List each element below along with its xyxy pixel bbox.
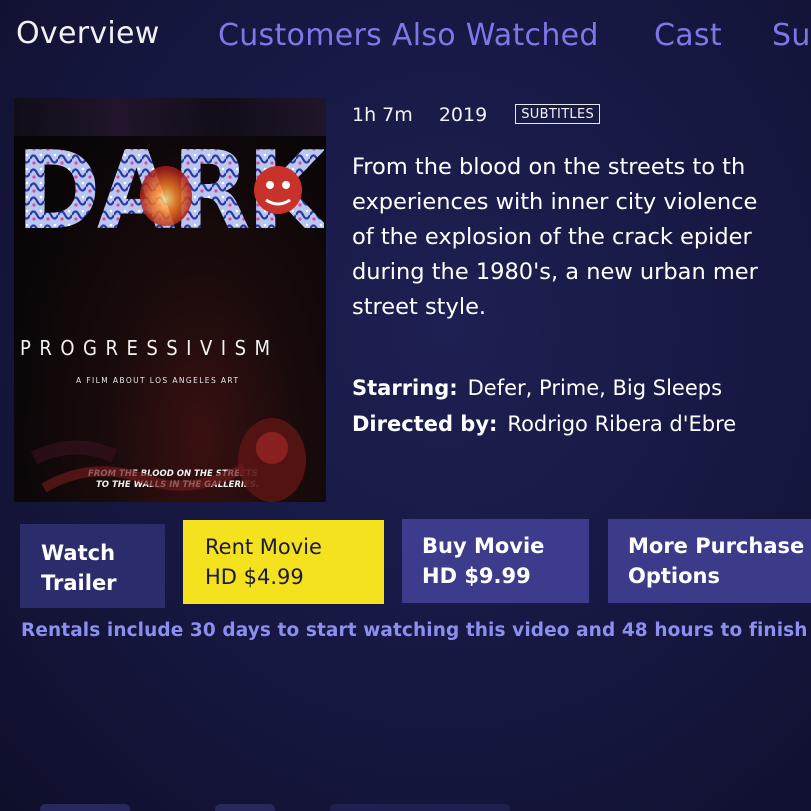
release-year: 2019 bbox=[438, 104, 488, 126]
synopsis-line: From the blood on the streets to th bbox=[352, 154, 746, 180]
tab-subtitles-truncated[interactable]: Su bbox=[772, 18, 811, 53]
more-purchase-label-line2: Options bbox=[628, 564, 720, 588]
movie-meta: 1h 7m 2019 SUBTITLES bbox=[352, 104, 601, 126]
rent-movie-label: Rent Movie bbox=[205, 535, 322, 559]
more-purchase-options-button[interactable]: More Purchase Options bbox=[608, 519, 811, 603]
bottom-row-item[interactable] bbox=[330, 804, 510, 811]
subtitles-badge: SUBTITLES bbox=[515, 104, 601, 124]
rental-terms-note: Rentals include 30 days to start watchin… bbox=[21, 620, 808, 641]
poster-caption: A FILM ABOUT LOS ANGELES ART bbox=[76, 376, 240, 385]
director-row: Directed by: Rodrigo Ribera d'Ebre bbox=[352, 406, 736, 442]
watch-trailer-button[interactable]: Watch Trailer bbox=[20, 524, 165, 608]
tab-overview[interactable]: Overview bbox=[16, 16, 160, 51]
buy-movie-button[interactable]: Buy Movie HD $9.99 bbox=[402, 519, 589, 603]
synopsis-line: experiences with inner city violence bbox=[352, 189, 758, 215]
poster-subtitle-progressivism: PROGRESSIVISM bbox=[20, 336, 279, 360]
duration: 1h 7m bbox=[352, 104, 413, 126]
movie-poster: DARK PROGRESSIVISM A FILM ABOUT LOS ANGE… bbox=[14, 98, 326, 502]
starring-row: Starring: Defer, Prime, Big Sleeps bbox=[352, 370, 736, 406]
tab-cast[interactable]: Cast bbox=[654, 18, 722, 53]
more-purchase-label-line1: More Purchase bbox=[628, 534, 805, 558]
rent-movie-button[interactable]: Rent Movie HD $4.99 bbox=[183, 520, 384, 604]
starring-value: Defer, Prime, Big Sleeps bbox=[467, 376, 723, 400]
tab-customers-also-watched[interactable]: Customers Also Watched bbox=[218, 18, 599, 53]
poster-graffiti-strip bbox=[14, 98, 326, 136]
director-label: Directed by: bbox=[352, 412, 498, 436]
tab-bar: Overview Customers Also Watched Cast Su bbox=[0, 14, 811, 64]
poster-figure-art bbox=[30, 418, 306, 502]
starring-label: Starring: bbox=[352, 376, 458, 400]
bottom-row-item[interactable] bbox=[215, 804, 275, 811]
credits: Starring: Defer, Prime, Big Sleeps Direct… bbox=[352, 370, 736, 442]
synopsis-line: of the explosion of the crack epider bbox=[352, 224, 752, 250]
poster-title-art: DARK bbox=[16, 138, 324, 238]
bottom-row-partial bbox=[0, 790, 811, 811]
watch-trailer-label-line2: Trailer bbox=[41, 571, 117, 595]
synopsis-line: street style. bbox=[352, 294, 487, 320]
bottom-row-item[interactable] bbox=[40, 804, 130, 811]
synopsis: From the blood on the streets to th expe… bbox=[352, 150, 811, 330]
synopsis-line: during the 1980's, a new urban mer bbox=[352, 259, 758, 285]
buy-movie-price: HD $9.99 bbox=[422, 564, 531, 588]
watch-trailer-label-line1: Watch bbox=[41, 541, 116, 565]
director-value: Rodrigo Ribera d'Ebre bbox=[507, 412, 737, 436]
rent-movie-price: HD $4.99 bbox=[205, 565, 304, 589]
buy-movie-label: Buy Movie bbox=[422, 534, 545, 558]
